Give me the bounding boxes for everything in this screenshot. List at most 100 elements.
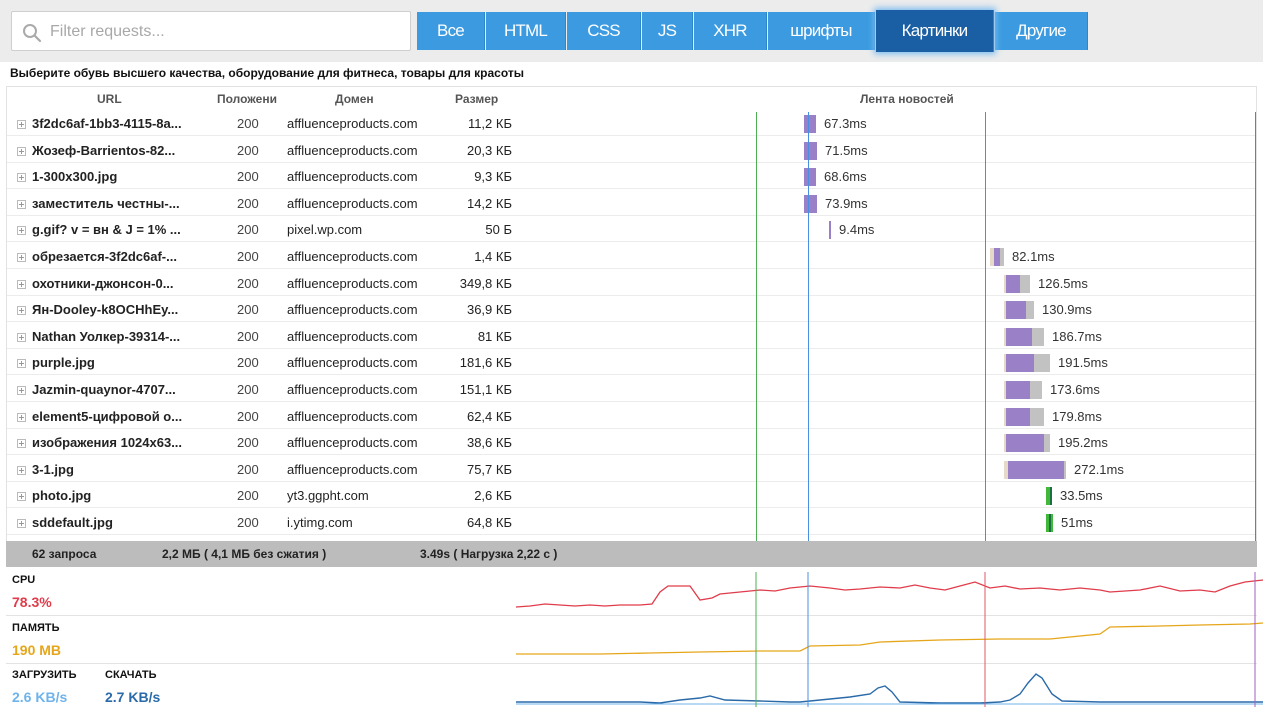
timing-segment bbox=[1006, 327, 1032, 346]
tab-images[interactable]: Картинки bbox=[876, 10, 994, 52]
request-url-text: Ян-Dooley-k8OCHhEy... bbox=[32, 302, 179, 318]
timing-bar bbox=[1004, 354, 1050, 373]
tab-all[interactable]: Все bbox=[417, 12, 485, 50]
filter-input[interactable] bbox=[50, 20, 400, 44]
end-marker bbox=[1255, 112, 1256, 542]
tab-js[interactable]: JS bbox=[642, 12, 693, 50]
expand-icon[interactable] bbox=[17, 279, 26, 289]
table-row[interactable]: 3-1.jpg 200 affluenceproducts.com 75,7 КБ 27… bbox=[7, 458, 1256, 482]
expand-icon[interactable] bbox=[17, 146, 26, 156]
tab-fonts[interactable]: шрифты bbox=[768, 12, 875, 50]
request-url-text: element5-цифровой о... bbox=[32, 408, 183, 424]
header-status[interactable]: Положени bbox=[217, 87, 287, 111]
table-row[interactable]: Nathan Уолкер-39314-... 200 affluenceprodu… bbox=[7, 325, 1256, 349]
timing-bar bbox=[804, 168, 816, 187]
expand-icon[interactable] bbox=[17, 412, 26, 422]
page-title: Выберите обувь высшего качества, оборудо… bbox=[10, 66, 525, 80]
request-url[interactable]: Jazmin-quaynor-4707... bbox=[17, 378, 217, 402]
table-row[interactable]: обрезается-3f2dc6af-... 200 affluenceprodu… bbox=[7, 245, 1256, 269]
expand-icon[interactable] bbox=[17, 306, 26, 316]
header-size[interactable]: Размер bbox=[455, 87, 498, 111]
table-row[interactable]: Ян-Dooley-k8OCHhEy... 200 affluenceproduct… bbox=[7, 298, 1256, 323]
table-row[interactable]: photo.jpg 200 yt3.ggpht.com 2,6 КБ 33.5ms bbox=[7, 484, 1256, 509]
request-size: 64,8 КБ bbox=[466, 515, 512, 530]
header-timeline[interactable]: Лента новостей bbox=[860, 87, 954, 111]
request-url[interactable]: 3-1.jpg bbox=[17, 458, 217, 482]
request-size: 2,6 КБ bbox=[474, 488, 512, 504]
timing-bar bbox=[1004, 327, 1044, 346]
timing-segment bbox=[1006, 434, 1044, 453]
request-url[interactable]: охотники-джонсон-0... bbox=[17, 272, 217, 296]
table-row[interactable]: sddefault.jpg 200 i.ytimg.com 64,8 КБ 51ms bbox=[7, 511, 1256, 535]
timing-segment bbox=[1051, 514, 1053, 532]
expand-icon[interactable] bbox=[17, 226, 26, 236]
request-time: 179.8ms bbox=[1052, 408, 1102, 424]
timing-segment bbox=[1006, 354, 1034, 373]
request-domain: pixel.wp.com bbox=[287, 222, 363, 238]
request-url[interactable]: 3f2dc6af-1bb3-4115-8a... bbox=[17, 112, 217, 136]
request-domain: affluenceproducts.com bbox=[287, 275, 418, 291]
request-domain: affluenceproducts.com bbox=[287, 408, 418, 424]
request-url[interactable]: 1-300x300.jpg bbox=[17, 165, 217, 189]
table-row[interactable]: заместитель честны-... 200 affluenceproduc… bbox=[7, 192, 1256, 216]
expand-icon[interactable] bbox=[17, 199, 26, 209]
expand-icon[interactable] bbox=[17, 519, 26, 528]
table-row[interactable]: изображения 1024x63... 200 affluenceproduc… bbox=[7, 431, 1256, 456]
request-time: 191.5ms bbox=[1058, 355, 1108, 371]
header-domain[interactable]: Домен bbox=[335, 87, 374, 111]
table-row[interactable]: Жозеф-Barrientos-82... 200 affluenceproduc… bbox=[7, 139, 1256, 163]
request-time: 173.6ms bbox=[1050, 382, 1100, 397]
timing-bar bbox=[1004, 381, 1042, 399]
request-status: 200 bbox=[237, 382, 259, 397]
timing-bar bbox=[1004, 460, 1066, 479]
timing-bar bbox=[1004, 274, 1030, 293]
tab-html[interactable]: HTML bbox=[486, 12, 566, 50]
request-domain: affluenceproducts.com bbox=[287, 169, 418, 185]
expand-icon[interactable] bbox=[17, 359, 26, 369]
expand-icon[interactable] bbox=[17, 439, 26, 449]
timing-segment bbox=[1030, 381, 1042, 399]
request-url[interactable]: photo.jpg bbox=[17, 484, 217, 508]
tab-css[interactable]: CSS bbox=[567, 12, 641, 50]
request-url[interactable]: Nathan Уолкер-39314-... bbox=[17, 325, 217, 349]
expand-icon[interactable] bbox=[17, 253, 26, 262]
request-size: 81 КБ bbox=[477, 328, 512, 344]
request-time: 67.3ms bbox=[824, 116, 867, 131]
tab-other[interactable]: Другие bbox=[995, 12, 1088, 50]
request-url[interactable]: sddefault.jpg bbox=[17, 511, 217, 535]
expand-icon[interactable] bbox=[17, 386, 26, 395]
request-url-text: g.gif? v = вн & J = 1% ... bbox=[32, 222, 181, 238]
table-row[interactable]: 3f2dc6af-1bb3-4115-8a... 200 affluenceprod… bbox=[7, 112, 1256, 136]
request-url-text: заместитель честны-... bbox=[32, 195, 180, 211]
header-url[interactable]: URL bbox=[97, 87, 122, 111]
expand-icon[interactable] bbox=[17, 120, 26, 129]
request-status: 200 bbox=[237, 222, 259, 238]
expand-icon[interactable] bbox=[17, 492, 26, 502]
table-row[interactable]: purple.jpg 200 affluenceproducts.com 181,6 … bbox=[7, 351, 1256, 376]
request-url[interactable]: заместитель честны-... bbox=[17, 192, 217, 216]
expand-icon[interactable] bbox=[17, 332, 26, 342]
request-url-text: 3f2dc6af-1bb3-4115-8a... bbox=[32, 116, 182, 131]
request-domain: affluenceproducts.com bbox=[287, 249, 418, 264]
request-url[interactable]: element5-цифровой о... bbox=[17, 405, 217, 429]
expand-icon[interactable] bbox=[17, 173, 26, 183]
table-row[interactable]: g.gif? v = вн & J = 1% ... 200 pixel.wp.co… bbox=[7, 218, 1256, 243]
request-url[interactable]: Ян-Dooley-k8OCHhEy... bbox=[17, 298, 217, 322]
request-size: 151,1 КБ bbox=[459, 382, 512, 397]
request-url-text: Jazmin-quaynor-4707... bbox=[32, 382, 176, 397]
request-url[interactable]: изображения 1024x63... bbox=[17, 431, 217, 455]
table-row[interactable]: охотники-джонсон-0... 200 affluenceproduct… bbox=[7, 272, 1256, 296]
request-url[interactable]: g.gif? v = вн & J = 1% ... bbox=[17, 218, 217, 242]
filter-box[interactable] bbox=[11, 11, 411, 51]
timing-bar bbox=[1004, 434, 1050, 453]
request-size: 50 Б bbox=[485, 222, 512, 238]
table-row[interactable]: Jazmin-quaynor-4707... 200 affluenceproduc… bbox=[7, 378, 1256, 402]
request-url-text: обрезается-3f2dc6af-... bbox=[32, 249, 177, 264]
table-row[interactable]: 1-300x300.jpg 200 affluenceproducts.com 9,3… bbox=[7, 165, 1256, 190]
expand-icon[interactable] bbox=[17, 465, 26, 475]
request-url[interactable]: purple.jpg bbox=[17, 351, 217, 375]
request-url[interactable]: Жозеф-Barrientos-82... bbox=[17, 139, 217, 163]
request-url[interactable]: обрезается-3f2dc6af-... bbox=[17, 245, 217, 269]
table-row[interactable]: element5-цифровой о... 200 affluenceproduc… bbox=[7, 405, 1256, 429]
tab-xhr[interactable]: XHR bbox=[694, 12, 767, 50]
